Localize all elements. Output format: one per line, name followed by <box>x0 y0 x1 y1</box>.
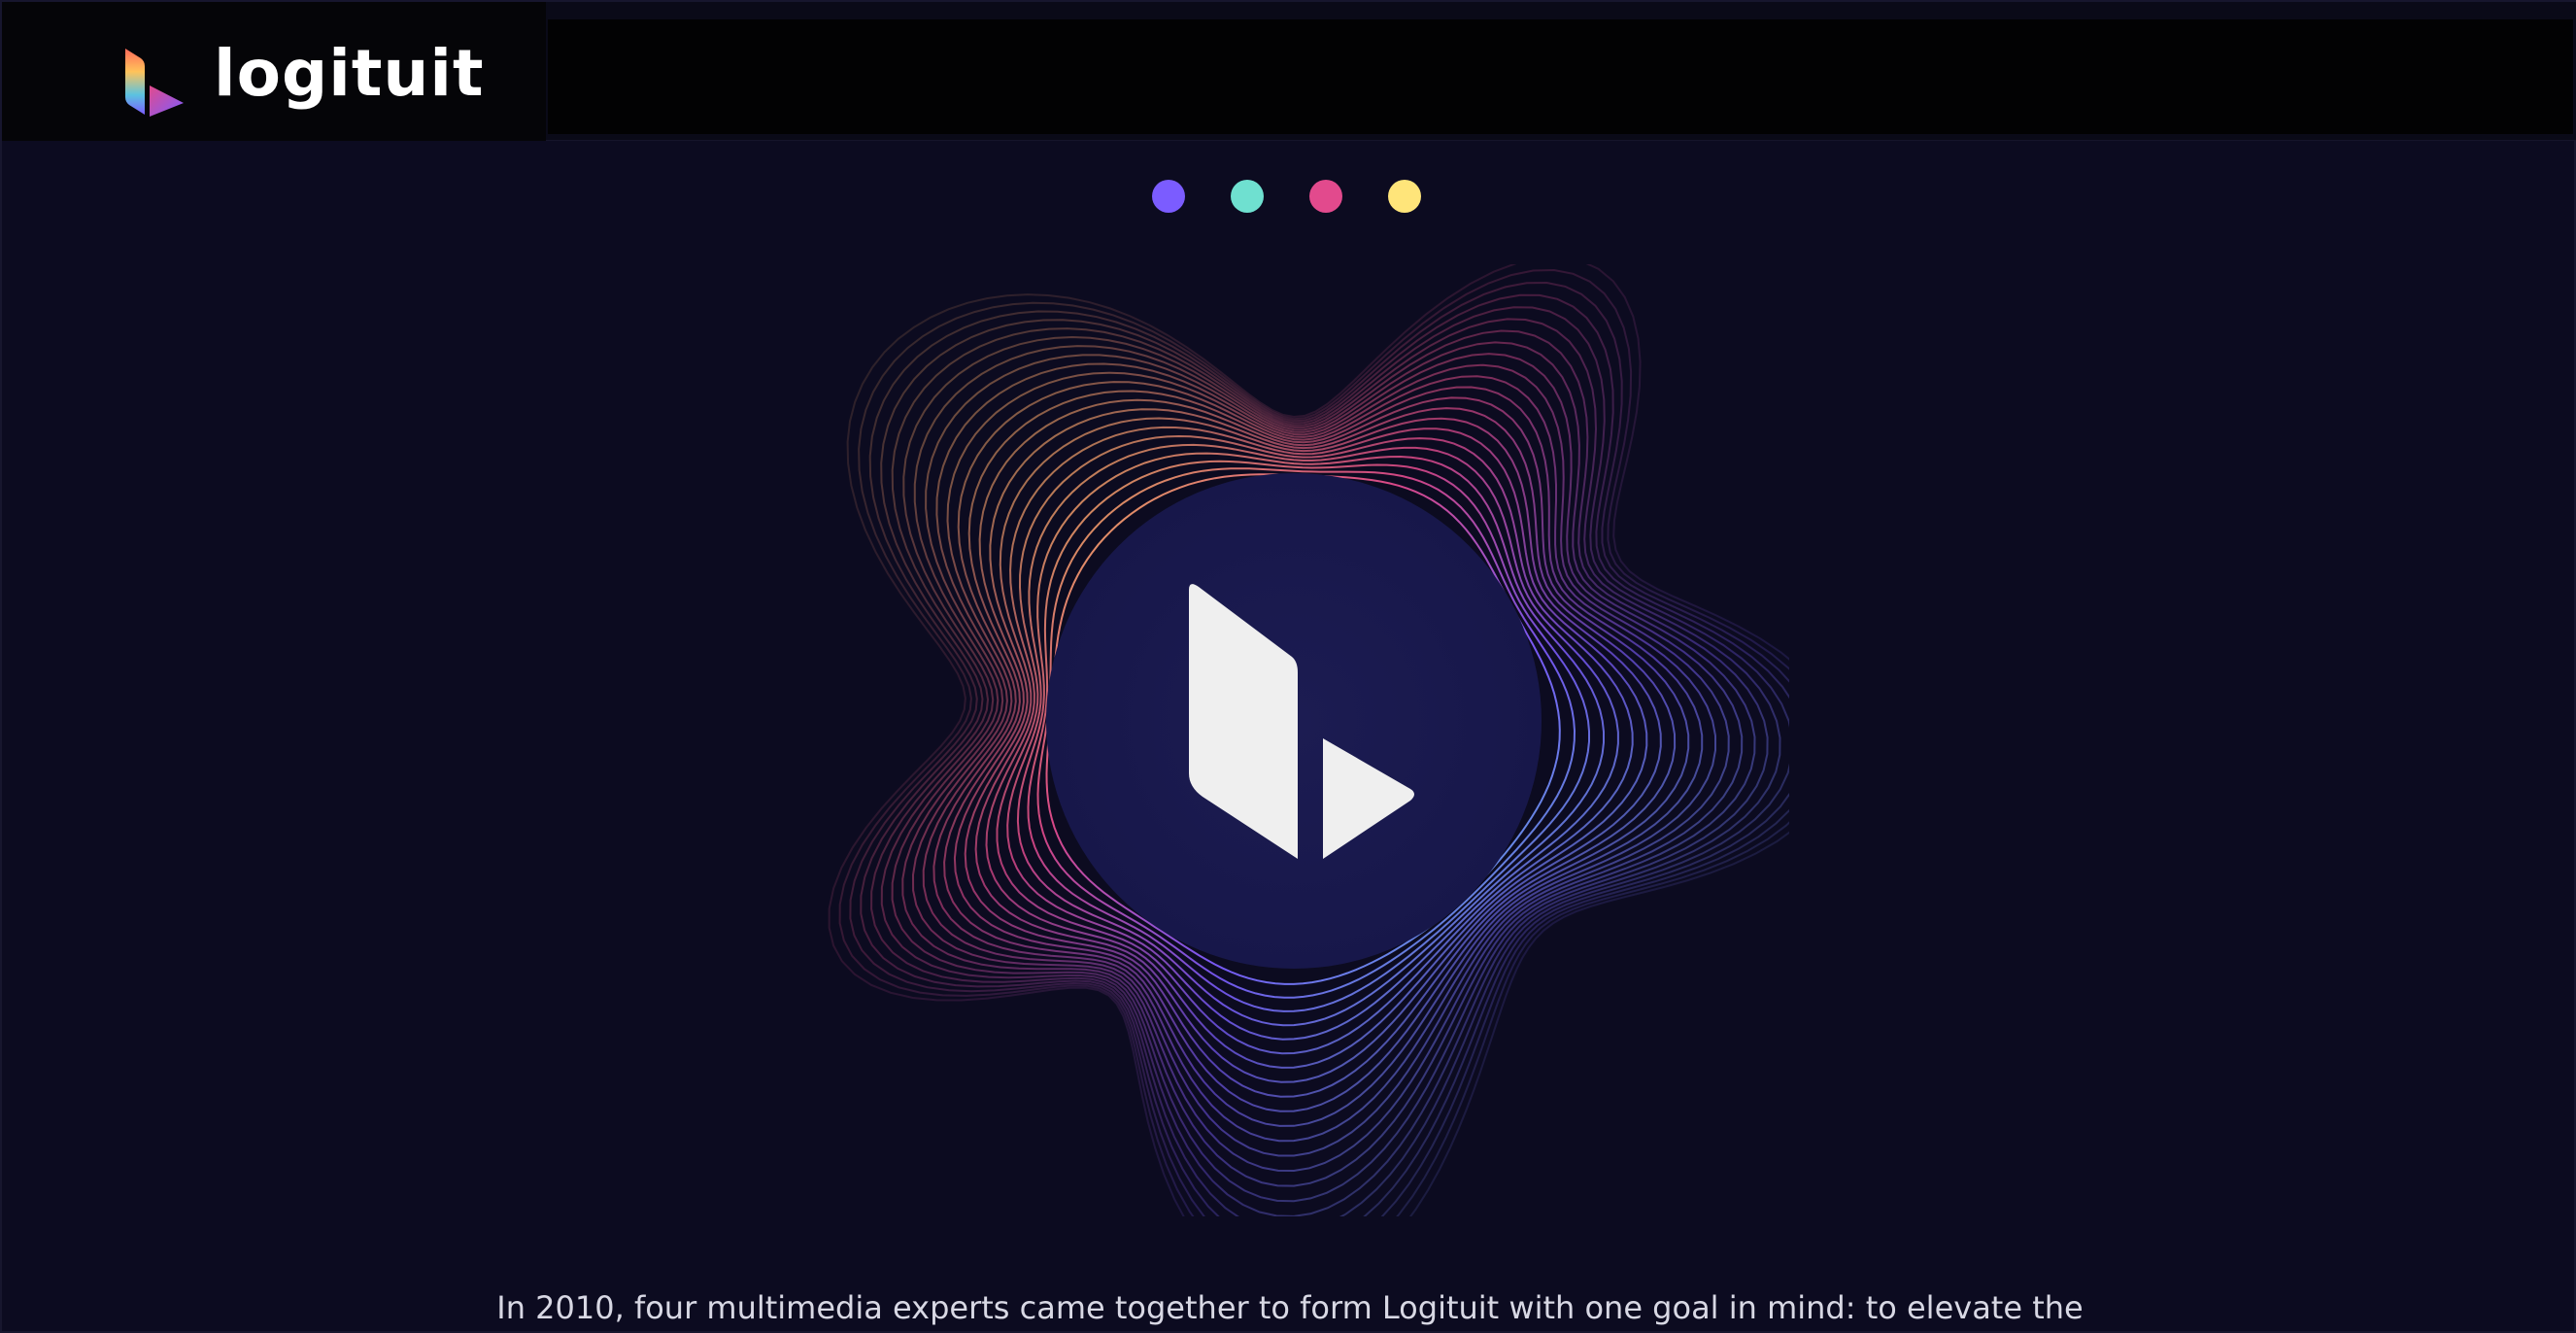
brand-name: logituit <box>214 36 485 111</box>
logo-area[interactable]: logituit <box>2 2 546 141</box>
hero-graphic <box>828 264 1789 1216</box>
site-header: logituit <box>2 2 2576 141</box>
logituit-logo-icon <box>125 49 184 117</box>
intro-paragraph: In 2010, four multimedia experts came to… <box>496 1289 2084 1326</box>
dot-yellow[interactable] <box>1388 180 1421 213</box>
header-bar <box>548 19 2573 134</box>
dot-purple[interactable] <box>1152 180 1185 213</box>
dot-teal[interactable] <box>1231 180 1264 213</box>
carousel-dots <box>1152 180 1421 213</box>
page-frame: logituit In 2010, four multimedia expert… <box>0 0 2576 1333</box>
dot-pink[interactable] <box>1309 180 1342 213</box>
